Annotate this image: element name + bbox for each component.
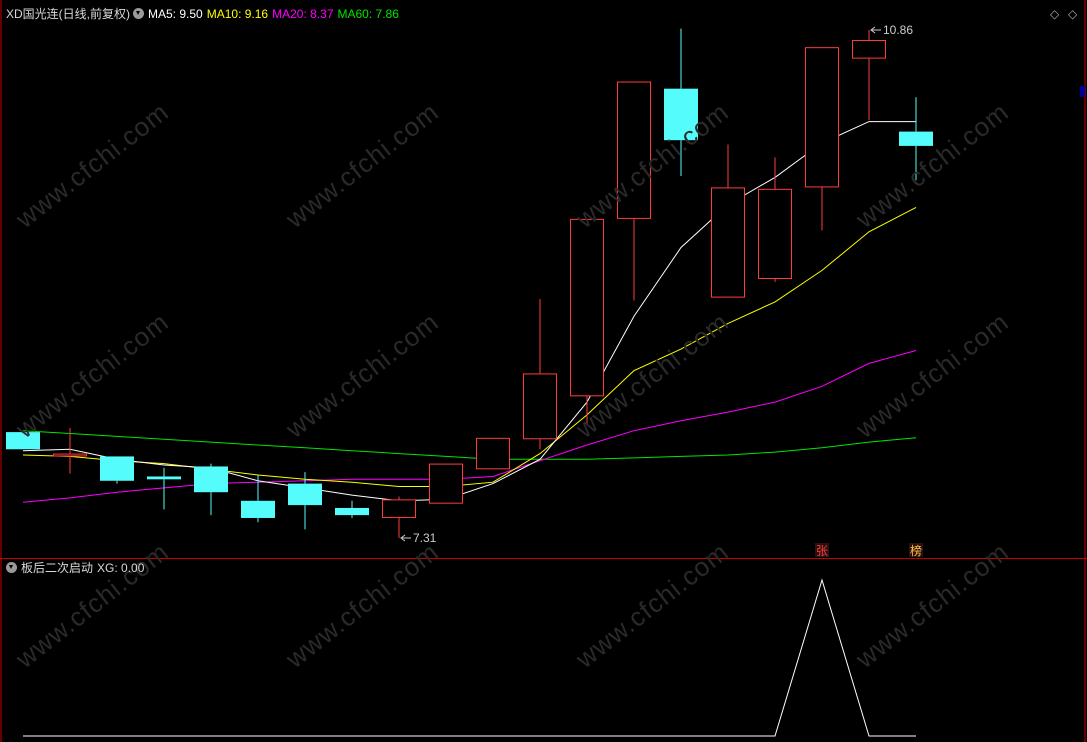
indicator-title[interactable]: 板后二次启动 (21, 561, 93, 575)
candle-body (382, 499, 416, 518)
candle (805, 47, 839, 231)
candle-body (241, 500, 275, 518)
event-marker: 张 (815, 543, 829, 558)
candle (382, 496, 416, 538)
candle (523, 299, 557, 450)
candle (335, 500, 369, 518)
candle-body (335, 507, 369, 516)
ma60-label: MA60: 7.86 (337, 7, 399, 21)
candle (711, 144, 745, 298)
candle (758, 157, 792, 282)
marker-label: 张 (816, 544, 828, 558)
candle-body (758, 188, 792, 279)
candle-body (194, 466, 228, 493)
candle-body (899, 131, 933, 146)
stock-title[interactable]: XD国光连(日线,前复权) (6, 7, 130, 21)
ma10-label: MA10: 9.16 (206, 7, 269, 21)
candle-body (100, 456, 134, 481)
xg-label: XG: 0.00 (97, 561, 145, 575)
candle-body (288, 483, 322, 506)
candle-body (429, 463, 463, 504)
candle-body (852, 40, 886, 59)
xg-indicator-line (23, 578, 916, 737)
chart-header: XD国光连(日线,前复权) MA5: 9.50 MA10: 9.16 MA20: 8.… (6, 6, 399, 22)
ma20-label: MA20: 8.37 (272, 7, 334, 21)
candle-body (147, 476, 181, 480)
diamond-icon[interactable]: ◇ (1068, 7, 1077, 21)
ma20-line (22, 350, 917, 503)
event-marker: 榜 (909, 543, 923, 558)
candle-body (476, 437, 510, 470)
price-annotation: 10.86 (870, 23, 913, 37)
diamond-icon[interactable]: ◇ (1050, 7, 1059, 21)
candle (194, 463, 228, 516)
candle (476, 437, 510, 470)
indicator-header: 板后二次启动 XG: 0.00 (6, 560, 144, 576)
marker-label: 榜 (910, 543, 922, 558)
chevron-down-icon[interactable] (133, 8, 144, 19)
ma60-line (22, 430, 917, 460)
candle-body (53, 453, 87, 457)
annotation-label: 10.86 (883, 23, 913, 37)
candle (570, 218, 604, 425)
candle-body (711, 187, 745, 298)
candle-body (805, 47, 839, 188)
candle-body (570, 218, 604, 397)
candle (100, 456, 134, 484)
candle (429, 463, 463, 504)
candle-body (523, 373, 557, 440)
chevron-down-icon[interactable] (6, 562, 17, 573)
xg-line (23, 578, 916, 737)
candle (852, 30, 886, 121)
ma5-label: MA5: 9.50 (148, 7, 203, 21)
